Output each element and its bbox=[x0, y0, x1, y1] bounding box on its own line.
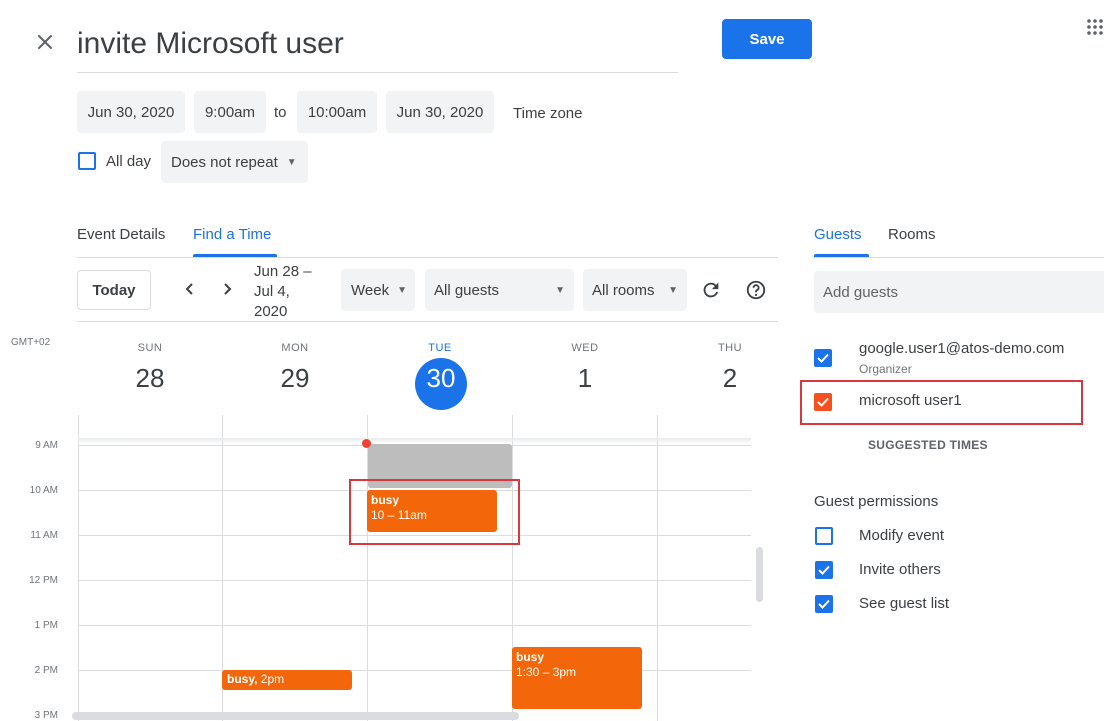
day-number[interactable]: 29 bbox=[265, 363, 325, 394]
to-label: to bbox=[274, 104, 287, 121]
busy-event[interactable]: busy, 2pm bbox=[222, 670, 352, 690]
see-guest-list-checkbox[interactable] bbox=[815, 595, 833, 613]
event-time: 2pm bbox=[260, 672, 285, 686]
today-button[interactable]: Today bbox=[77, 270, 151, 310]
day-number-today[interactable]: 30 bbox=[411, 363, 471, 394]
hour-label: 9 AM bbox=[35, 440, 58, 450]
hour-line bbox=[78, 625, 751, 626]
hour-label: 1 PM bbox=[34, 620, 58, 631]
day-name: WED bbox=[571, 342, 599, 354]
rooms-filter-label: All rooms bbox=[592, 281, 655, 299]
close-icon[interactable] bbox=[33, 30, 57, 54]
date-range-line2: Jul 4, bbox=[254, 283, 290, 300]
all-day-label: All day bbox=[106, 153, 152, 170]
hour-label: 11 AM bbox=[30, 530, 58, 541]
caret-down-icon: ▼ bbox=[286, 156, 297, 168]
guest-checkbox[interactable] bbox=[814, 349, 832, 367]
save-button[interactable]: Save bbox=[722, 19, 812, 59]
guest-highlight-box bbox=[800, 380, 1083, 425]
start-time-chip[interactable]: 9:00am bbox=[194, 91, 266, 133]
permission-label: Modify event bbox=[859, 527, 945, 544]
busy-event[interactable]: busy 1:30 – 3pm bbox=[512, 647, 642, 709]
horizontal-scrollbar[interactable] bbox=[72, 712, 519, 720]
toolbar-divider bbox=[77, 321, 778, 322]
suggested-times-button[interactable]: SUGGESTED TIMES bbox=[868, 438, 988, 452]
permission-label: See guest list bbox=[859, 595, 950, 612]
apps-grid-icon[interactable] bbox=[1086, 18, 1104, 36]
highlight-box bbox=[349, 479, 520, 545]
title-underline bbox=[77, 72, 678, 73]
add-guests-input[interactable]: Add guests bbox=[814, 271, 1104, 313]
hour-label: 2 PM bbox=[34, 665, 58, 676]
hour-label: 12 PM bbox=[29, 575, 58, 586]
event-title: busy bbox=[516, 650, 545, 664]
guests-filter-dropdown[interactable]: All guests ▼ bbox=[425, 269, 574, 311]
invite-others-checkbox[interactable] bbox=[815, 561, 833, 579]
permission-label: Invite others bbox=[859, 561, 941, 578]
grid-column-line bbox=[78, 415, 79, 721]
day-name-today: TUE bbox=[428, 342, 452, 354]
guests-filter-label: All guests bbox=[434, 281, 500, 299]
modify-event-checkbox[interactable] bbox=[815, 527, 833, 545]
day-name: THU bbox=[717, 342, 743, 354]
tab-event-details[interactable]: Event Details bbox=[77, 226, 165, 243]
event-title-input[interactable]: invite Microsoft user bbox=[77, 22, 677, 66]
tab-guests[interactable]: Guests bbox=[814, 226, 862, 243]
chevron-right-icon[interactable] bbox=[220, 282, 234, 296]
tabs-divider bbox=[77, 257, 778, 258]
current-time-dot bbox=[362, 439, 371, 448]
day-number[interactable]: 1 bbox=[555, 363, 615, 394]
start-date-chip[interactable]: Jun 30, 2020 bbox=[77, 91, 185, 133]
repeat-dropdown[interactable]: Does not repeat ▼ bbox=[161, 141, 308, 183]
hour-label: 3 PM bbox=[34, 710, 58, 721]
help-icon[interactable] bbox=[745, 279, 767, 301]
day-number[interactable]: 2 bbox=[700, 363, 760, 394]
end-date-chip[interactable]: Jun 30, 2020 bbox=[386, 91, 494, 133]
date-range-line3: 2020 bbox=[254, 303, 288, 320]
caret-down-icon: ▼ bbox=[555, 284, 565, 296]
guest-role: Organizer bbox=[859, 362, 912, 376]
day-number[interactable]: 28 bbox=[120, 363, 180, 394]
hour-label: 10 AM bbox=[29, 485, 58, 496]
caret-down-icon: ▼ bbox=[397, 284, 407, 296]
hour-line bbox=[78, 670, 751, 671]
event-time: 1:30 – 3pm bbox=[516, 665, 577, 679]
caret-down-icon: ▼ bbox=[668, 284, 678, 296]
guests-tabs-divider bbox=[814, 257, 1104, 258]
event-separator: , bbox=[254, 672, 261, 686]
view-label: Week bbox=[351, 281, 390, 299]
date-range-label: Jun 28 – Jul 4, 2020 bbox=[254, 262, 312, 322]
tab-find-a-time[interactable]: Find a Time bbox=[193, 226, 271, 243]
end-time-chip[interactable]: 10:00am bbox=[297, 91, 377, 133]
guest-permissions-title: Guest permissions bbox=[814, 493, 939, 510]
rooms-filter-dropdown[interactable]: All rooms ▼ bbox=[583, 269, 687, 311]
day-name: SUN bbox=[137, 342, 163, 354]
all-day-checkbox[interactable] bbox=[78, 152, 96, 170]
hour-line bbox=[78, 580, 751, 581]
vertical-scrollbar[interactable] bbox=[756, 547, 763, 602]
view-dropdown[interactable]: Week ▼ bbox=[341, 269, 415, 311]
event-title: busy bbox=[227, 672, 255, 686]
chevron-left-icon[interactable] bbox=[183, 282, 197, 296]
add-guests-placeholder: Add guests bbox=[823, 284, 899, 301]
day-name: MON bbox=[281, 342, 309, 354]
grid-column-line bbox=[657, 415, 658, 721]
guest-name: google.user1@atos-demo.com bbox=[859, 340, 1065, 357]
tab-rooms[interactable]: Rooms bbox=[888, 226, 936, 243]
date-range-line1: Jun 28 – bbox=[254, 263, 312, 280]
repeat-label: Does not repeat bbox=[171, 153, 278, 171]
refresh-icon[interactable] bbox=[700, 279, 722, 301]
timezone-label: GMT+02 bbox=[11, 337, 51, 348]
timezone-link[interactable]: Time zone bbox=[513, 105, 582, 122]
